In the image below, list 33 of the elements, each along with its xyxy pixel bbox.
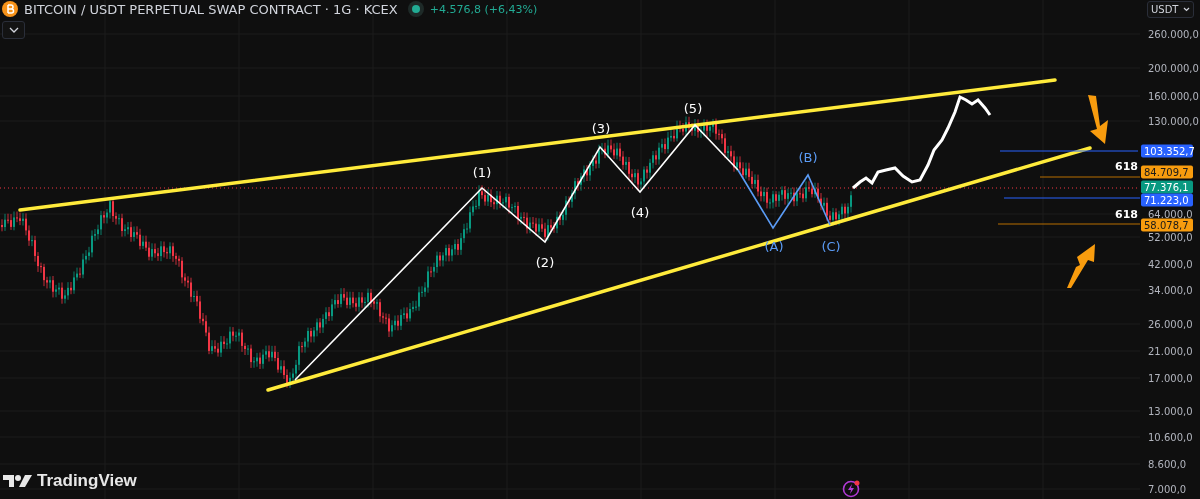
wave-label: (2) — [535, 254, 555, 270]
price-change: +4.576,8 (+6,43%) — [429, 2, 538, 16]
price-tag: 71.223,0 — [1141, 193, 1193, 207]
wave-label: (3) — [591, 120, 611, 136]
price-axis-label: 64.000,0 — [1148, 208, 1193, 220]
price-tag: 58.078,7 — [1141, 218, 1193, 232]
price-axis-label: 17.000,0 — [1148, 372, 1193, 384]
wave-label: (C) — [821, 238, 841, 254]
wave-label: (5) — [683, 100, 703, 116]
symbol-title: BITCOIN / USDT PERPETUAL SWAP CONTRACT · 1G · KCEX — [24, 1, 398, 17]
price-axis-label: 130.000,0 — [1148, 115, 1199, 127]
price-axis-label: 34.000,0 — [1148, 284, 1193, 296]
price-axis-label: 21.000,0 — [1148, 345, 1193, 357]
price-axis-label: 52.000,0 — [1148, 231, 1193, 243]
price-axis-label: 7.000,0 — [1148, 483, 1187, 495]
price-axis-label: 260.000,0 — [1148, 28, 1199, 40]
price-axis-label: 160.000,0 — [1148, 90, 1199, 102]
price-axis-label: 8.600,0 — [1148, 458, 1187, 470]
price-tag: 77.376,1 — [1141, 180, 1193, 194]
price-axis-label: 200.000,0 — [1148, 62, 1199, 74]
fib-label: 618 — [1115, 159, 1138, 173]
price-tag: 84.709,7 — [1141, 165, 1193, 179]
price-axis-label: 42.000,0 — [1148, 258, 1193, 270]
wave-label: (1) — [472, 164, 492, 180]
brand-name: TradingView — [37, 471, 137, 491]
fib-label: 618 — [1115, 207, 1138, 221]
wave-label: (B) — [798, 149, 818, 165]
price-axis-label: 10.600,0 — [1148, 431, 1193, 443]
price-axis-label: 13.000,0 — [1148, 405, 1193, 417]
price-axis-label: 26.000,0 — [1148, 318, 1193, 330]
wave-label: (A) — [764, 238, 784, 254]
wave-label: (4) — [630, 204, 650, 220]
currency-dropdown[interactable]: USDT — [1147, 1, 1194, 18]
